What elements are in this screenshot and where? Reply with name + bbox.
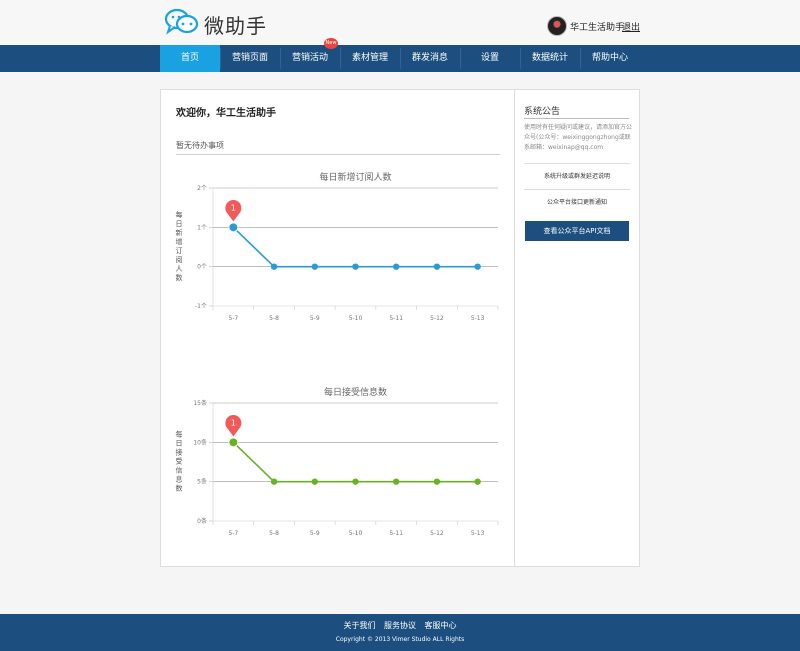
footer-links: 关于我们 服务协议 客服中心 [0, 620, 800, 631]
nav-item-statistics[interactable]: 数据统计 [520, 45, 580, 72]
copyright: Copyright © 2013 Vimer Studio ALL Rights [335, 636, 465, 643]
series-line [232, 226, 478, 268]
y-tick-label: 1个 [197, 224, 207, 231]
messages-chart-svg: 每日接受信息数 15条 10条 5条 0条 5-7 5-8 5-9 5-10 5-11 5-12 5-… [176, 386, 499, 537]
data-point [228, 222, 239, 233]
todo-status: 暂无待办事项 [176, 141, 224, 150]
avatar[interactable] [547, 16, 567, 36]
notice-link-api-update[interactable]: 公众平台接口更新通知 [524, 197, 630, 206]
divider [524, 163, 630, 164]
nav-item-marketing-pages[interactable]: 营销页面 [220, 45, 280, 72]
x-tick-label: 5-7 [228, 530, 238, 537]
data-point [352, 478, 359, 485]
x-tick-label: 5-13 [471, 530, 485, 537]
nav-item-mass-message[interactable]: 群发消息 [400, 45, 460, 72]
y-tick-label: 10条 [193, 438, 207, 446]
nav-item-settings[interactable]: 设置 [460, 45, 520, 72]
footer-link-support[interactable]: 客服中心 [425, 621, 457, 630]
nav-item-help[interactable]: 帮助中心 [580, 45, 640, 72]
api-docs-button[interactable]: 查看公众平台API文档 [525, 221, 629, 241]
data-point [270, 478, 278, 485]
y-tick-label: 2个 [197, 185, 207, 192]
x-tick-label: 5-9 [310, 530, 320, 537]
main-nav: 首页 营销页面 营销活动 素材管理 群发消息 设置 数据统计 帮助中心 [0, 45, 800, 72]
y-tick-label: 0个 [197, 264, 207, 271]
new-badge: New [324, 38, 338, 49]
x-tick-label: 5-10 [349, 530, 363, 537]
y-tick-label: 5条 [197, 478, 207, 486]
series-line [232, 441, 478, 483]
x-tick-label: 5-12 [430, 315, 444, 322]
x-tick-label: 5-11 [389, 315, 403, 322]
chat-bubbles-icon [164, 8, 199, 35]
footer-link-about[interactable]: 关于我们 [343, 621, 375, 630]
data-point [474, 478, 481, 485]
messages-chart: 每日接受信息数 15条 10条 5条 0条 5-7 5-8 5-9 5-10 5-11 5-12 5-… [165, 380, 505, 540]
x-tick-label: 5-10 [349, 315, 363, 322]
data-point [393, 478, 400, 485]
data-point [228, 437, 239, 448]
data-point [474, 263, 481, 270]
x-tick-label: 5-9 [310, 315, 320, 322]
y-axis-label: 每日接受信息数 [176, 430, 183, 493]
data-point [311, 263, 318, 270]
welcome-heading: 欢迎你，华工生活助手 [176, 108, 276, 119]
subscribers-chart-svg: 每日新增订阅人数 2个 1个 0个 -1个 5-7 5-8 5-9 5-10 5-11 5-12 5-… [176, 171, 499, 322]
data-point [393, 263, 400, 270]
nav-item-marketing-activities[interactable]: 营销活动 [280, 45, 340, 72]
notice-title: 系统公告 [524, 107, 561, 117]
y-tick-label: 15条 [193, 399, 207, 407]
data-point [311, 478, 318, 485]
divider [524, 189, 630, 190]
username: 华工生活助手 [570, 23, 625, 33]
data-point [270, 263, 278, 270]
y-tick-label: 0条 [197, 517, 207, 525]
sidebar-divider [514, 89, 515, 567]
logo-text: 微助手 [204, 14, 267, 38]
x-tick-label: 5-11 [389, 530, 403, 537]
marker-label: 1 [231, 418, 236, 427]
y-axis-label: 每日新增订阅人数 [176, 210, 183, 282]
x-tick-label: 5-12 [430, 530, 444, 537]
data-point [352, 263, 359, 270]
chart-title: 每日接受信息数 [324, 386, 387, 398]
data-point [433, 478, 441, 485]
footer: 关于我们 服务协议 客服中心 Copyright © 2013 Vimer St… [0, 614, 800, 651]
footer-link-terms[interactable]: 服务协议 [384, 621, 416, 630]
x-tick-label: 5-8 [269, 315, 279, 322]
data-point [433, 263, 441, 270]
x-tick-label: 5-13 [471, 315, 485, 322]
nav-item-home[interactable]: 首页 [160, 45, 220, 72]
x-tick-label: 5-8 [269, 530, 279, 537]
logout-link[interactable]: 退出 [622, 20, 640, 33]
notice-link-upgrade[interactable]: 系统升级或群发延迟说明 [524, 171, 630, 180]
top-header: 微助手 [0, 0, 800, 45]
divider [176, 154, 500, 155]
notice-text: 使用时有任何疑问或建议，请添加官方公众号(公众号：weixinggongzhon… [524, 124, 633, 151]
x-tick-label: 5-7 [228, 315, 238, 322]
nav-item-materials[interactable]: 素材管理 [340, 45, 400, 72]
subscribers-chart: 每日新增订阅人数 2个 1个 0个 -1个 5-7 5-8 5-9 5-10 5-11 5-12 5-… [165, 165, 505, 325]
divider [524, 118, 629, 119]
marker-label: 1 [231, 203, 236, 212]
y-tick-label: -1个 [195, 303, 207, 310]
logo[interactable]: 微助手 [164, 8, 294, 38]
chart-title: 每日新增订阅人数 [319, 171, 391, 183]
